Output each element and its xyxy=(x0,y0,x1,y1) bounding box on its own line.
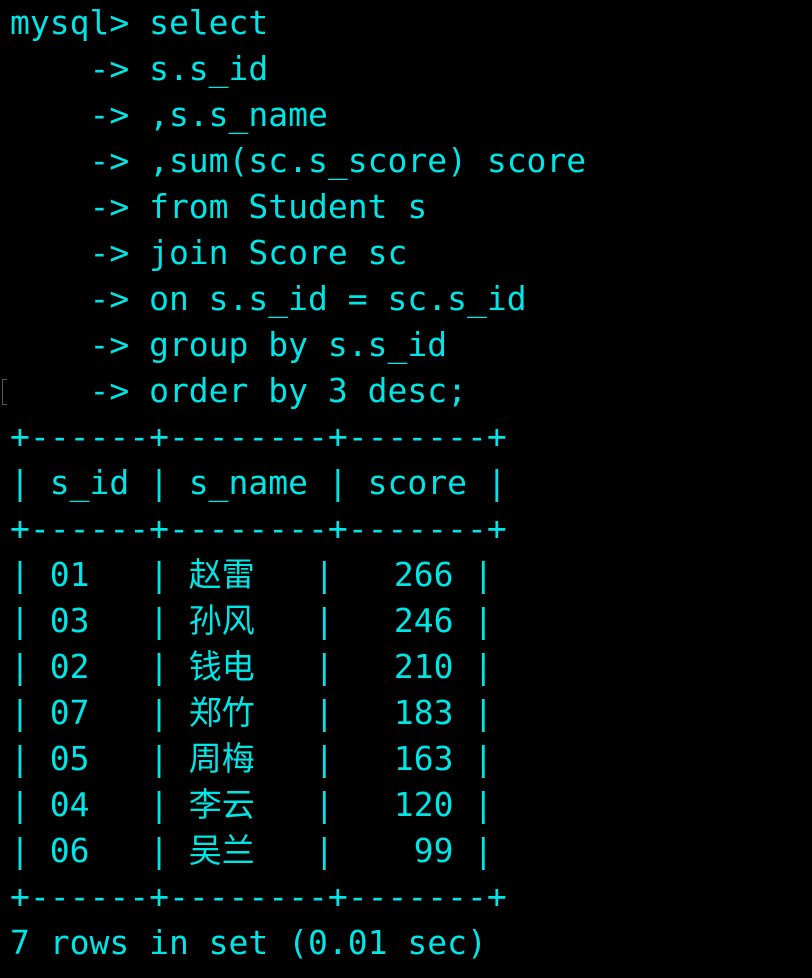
table-border-bottom: +------+--------+-------+ xyxy=(10,877,507,916)
table-row: | 07 | 郑竹 | 183 | xyxy=(10,693,494,732)
terminal-line-select-score: -> ,sum(sc.s_score) score xyxy=(10,141,587,180)
terminal-output[interactable]: mysql> select -> s.s_id -> ,s.s_name -> … xyxy=(10,0,810,966)
table-row: | 05 | 周梅 | 163 | xyxy=(10,739,494,778)
terminal-line-query-start: mysql> select xyxy=(10,3,269,42)
table-row: | 01 | 赵雷 | 266 | xyxy=(10,555,494,594)
line-marker-icon xyxy=(2,379,7,405)
terminal-line-from: -> from Student s xyxy=(10,187,428,226)
terminal-line-group-by: -> group by s.s_id xyxy=(10,325,448,364)
result-summary: 7 rows in set (0.01 sec) xyxy=(10,923,487,962)
terminal-line-order-by: -> order by 3 desc; xyxy=(10,371,467,410)
terminal-line-on: -> on s.s_id = sc.s_id xyxy=(10,279,527,318)
terminal-line-select-id: -> s.s_id xyxy=(10,49,269,88)
table-header-row: | s_id | s_name | score | xyxy=(10,463,507,502)
table-row: | 03 | 孙风 | 246 | xyxy=(10,601,494,640)
terminal-line-join: -> join Score sc xyxy=(10,233,408,272)
table-row: | 04 | 李云 | 120 | xyxy=(10,785,494,824)
table-border-header: +------+--------+-------+ xyxy=(10,509,507,548)
terminal-line-select-name: -> ,s.s_name xyxy=(10,95,328,134)
table-row: | 02 | 钱电 | 210 | xyxy=(10,647,494,686)
table-border-top: +------+--------+-------+ xyxy=(10,417,507,456)
table-row: | 06 | 吴兰 | 99 | xyxy=(10,831,494,870)
